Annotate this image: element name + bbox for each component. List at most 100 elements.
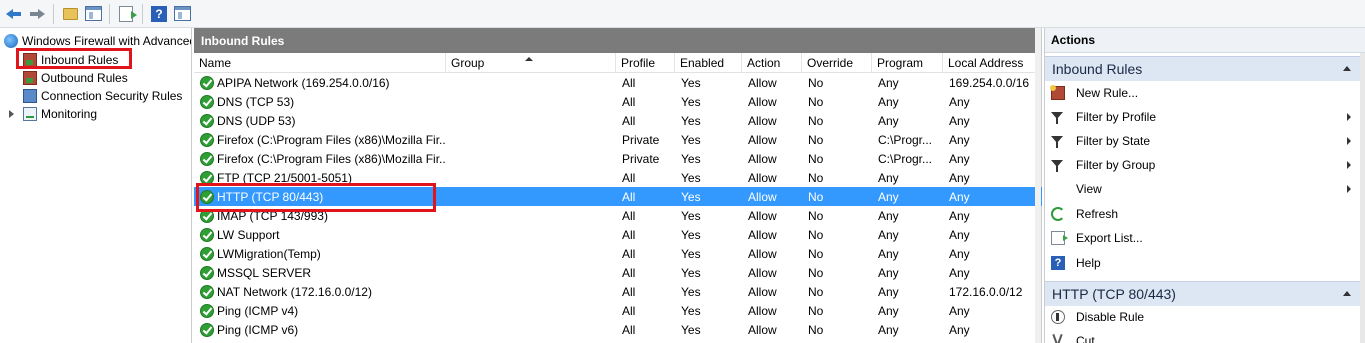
- column-header-group[interactable]: Group: [446, 53, 616, 73]
- cell-text: Any: [878, 113, 899, 128]
- cell-enabled: Yes: [681, 301, 741, 320]
- tree-item-connection-security-rules[interactable]: Connection Security Rules: [23, 87, 182, 105]
- table-row[interactable]: Ping (ICMP v6) All Yes Allow No Any Any: [194, 320, 1042, 339]
- action-view[interactable]: View: [1045, 177, 1355, 201]
- forward-button[interactable]: [27, 4, 47, 24]
- enabled-check-icon: [200, 227, 214, 242]
- action-filter-by-group[interactable]: Filter by Group: [1045, 153, 1355, 177]
- cell-group: [452, 263, 612, 282]
- help-button[interactable]: ?: [149, 4, 169, 24]
- pane-title: Inbound Rules: [194, 28, 1041, 53]
- cell-text: Private: [622, 132, 660, 147]
- cell-program: Any: [878, 301, 944, 320]
- table-row[interactable]: LW Support All Yes Allow No Any Any: [194, 225, 1042, 244]
- cell-text: Firefox (C:\Program Files (x86)\Mozilla …: [217, 132, 446, 147]
- cell-text: Yes: [681, 151, 701, 166]
- table-row[interactable]: DNS (UDP 53) All Yes Allow No Any Any: [194, 111, 1042, 130]
- show-hide-action-pane-button[interactable]: [172, 4, 192, 24]
- column-header-local-address[interactable]: Local Address: [943, 53, 1036, 73]
- cell-name: DNS (TCP 53): [200, 92, 446, 111]
- column-header-enabled[interactable]: Enabled: [675, 53, 742, 73]
- cell-text: All: [622, 170, 636, 185]
- action-label: Help: [1076, 256, 1101, 270]
- cell-enabled: Yes: [681, 73, 741, 92]
- tree-item-monitoring[interactable]: Monitoring: [23, 105, 97, 123]
- table-row[interactable]: Firefox (C:\Program Files (x86)\Mozilla …: [194, 130, 1042, 149]
- action-filter-by-profile[interactable]: Filter by Profile: [1045, 105, 1355, 129]
- enabled-check-icon: [200, 284, 214, 299]
- cell-name: MSSQL SERVER: [200, 263, 446, 282]
- collapse-arrow-icon[interactable]: [1343, 291, 1351, 296]
- cell-name: Ping (ICMP v4): [200, 301, 446, 320]
- filter-icon: [1051, 136, 1063, 148]
- cell-text: All: [622, 75, 636, 90]
- up-one-level-button[interactable]: [60, 4, 80, 24]
- cell-program: Any: [878, 320, 944, 339]
- console-tree: Windows Firewall with Advanced Security …: [0, 28, 192, 343]
- tree-item-label: Monitoring: [41, 107, 98, 121]
- table-row[interactable]: DNS (TCP 53) All Yes Allow No Any Any: [194, 92, 1042, 111]
- action-cut[interactable]: Cut: [1045, 329, 1355, 343]
- cell-local: 172.16.0.0/12: [949, 282, 1037, 301]
- cell-profile: Private: [622, 130, 677, 149]
- column-header-program[interactable]: Program: [872, 53, 943, 73]
- table-row[interactable]: Firefox (C:\Program Files (x86)\Mozilla …: [194, 149, 1042, 168]
- submenu-arrow-icon: [1347, 137, 1351, 145]
- column-header-action[interactable]: Action: [742, 53, 802, 73]
- action-new-rule[interactable]: New Rule...: [1045, 81, 1355, 105]
- cell-local: Any: [949, 320, 1037, 339]
- enabled-check-icon: [200, 113, 214, 128]
- action-disable-rule[interactable]: Disable Rule: [1045, 305, 1355, 329]
- cell-action: Allow: [748, 225, 803, 244]
- cell-text: DNS (UDP 53): [217, 113, 296, 128]
- export-list-button[interactable]: [116, 4, 137, 24]
- table-row[interactable]: LWMigration(Temp) All Yes Allow No Any Any: [194, 244, 1042, 263]
- cell-group: [452, 187, 612, 206]
- cell-text: No: [808, 75, 824, 90]
- table-row[interactable]: Ping (ICMP v4) All Yes Allow No Any Any: [194, 301, 1042, 320]
- cell-text: Any: [878, 94, 899, 109]
- back-button[interactable]: [4, 4, 24, 24]
- expand-arrow-icon[interactable]: [9, 110, 14, 118]
- cell-text: Allow: [748, 113, 777, 128]
- action-filter-by-state[interactable]: Filter by State: [1045, 129, 1355, 153]
- cell-text: Yes: [681, 284, 701, 299]
- cell-group: [452, 206, 612, 225]
- enabled-check-icon: [200, 151, 214, 166]
- vertical-scrollbar[interactable]: [1035, 28, 1041, 343]
- cell-text: Any: [949, 227, 970, 242]
- table-row[interactable]: NAT Network (172.16.0.0/12) All Yes Allow No…: [194, 282, 1042, 301]
- action-label: View: [1076, 182, 1102, 196]
- cell-group: [452, 168, 612, 187]
- cell-text: MSSQL SERVER: [217, 265, 312, 280]
- cell-text: No: [808, 151, 824, 166]
- cell-enabled: Yes: [681, 168, 741, 187]
- cell-enabled: Yes: [681, 282, 741, 301]
- action-refresh[interactable]: Refresh: [1045, 202, 1355, 226]
- cell-group: [452, 282, 612, 301]
- cell-profile: All: [622, 73, 677, 92]
- cell-enabled: Yes: [681, 149, 741, 168]
- cell-text: C:\Progr...: [878, 132, 933, 147]
- actions-scrollbar[interactable]: [1360, 53, 1365, 343]
- action-help[interactable]: ? Help: [1045, 251, 1355, 275]
- cell-enabled: Yes: [681, 320, 741, 339]
- cell-program: C:\Progr...: [878, 149, 944, 168]
- actions-group-selected-rule[interactable]: HTTP (TCP 80/443): [1045, 281, 1361, 306]
- show-hide-console-tree-button[interactable]: [83, 4, 103, 24]
- cell-action: Allow: [748, 168, 803, 187]
- cell-text: Ping (ICMP v4): [217, 303, 299, 318]
- cell-action: Allow: [748, 301, 803, 320]
- collapse-arrow-icon[interactable]: [1343, 66, 1351, 71]
- table-row[interactable]: MSSQL SERVER All Yes Allow No Any Any: [194, 263, 1042, 282]
- action-export-list[interactable]: Export List...: [1045, 226, 1355, 250]
- table-row[interactable]: APIPA Network (169.254.0.0/16) All Yes Allo…: [194, 73, 1042, 92]
- column-header-name[interactable]: Name: [194, 53, 446, 73]
- actions-group-inbound-rules[interactable]: Inbound Rules: [1045, 56, 1361, 81]
- cell-text: C:\Progr...: [878, 151, 933, 166]
- cell-text: Allow: [748, 132, 777, 147]
- column-header-profile[interactable]: Profile: [616, 53, 675, 73]
- column-header-override[interactable]: Override: [802, 53, 872, 73]
- tree-item-outbound-rules[interactable]: Outbound Rules: [23, 69, 128, 87]
- cell-name: Firefox (C:\Program Files (x86)\Mozilla …: [200, 149, 446, 168]
